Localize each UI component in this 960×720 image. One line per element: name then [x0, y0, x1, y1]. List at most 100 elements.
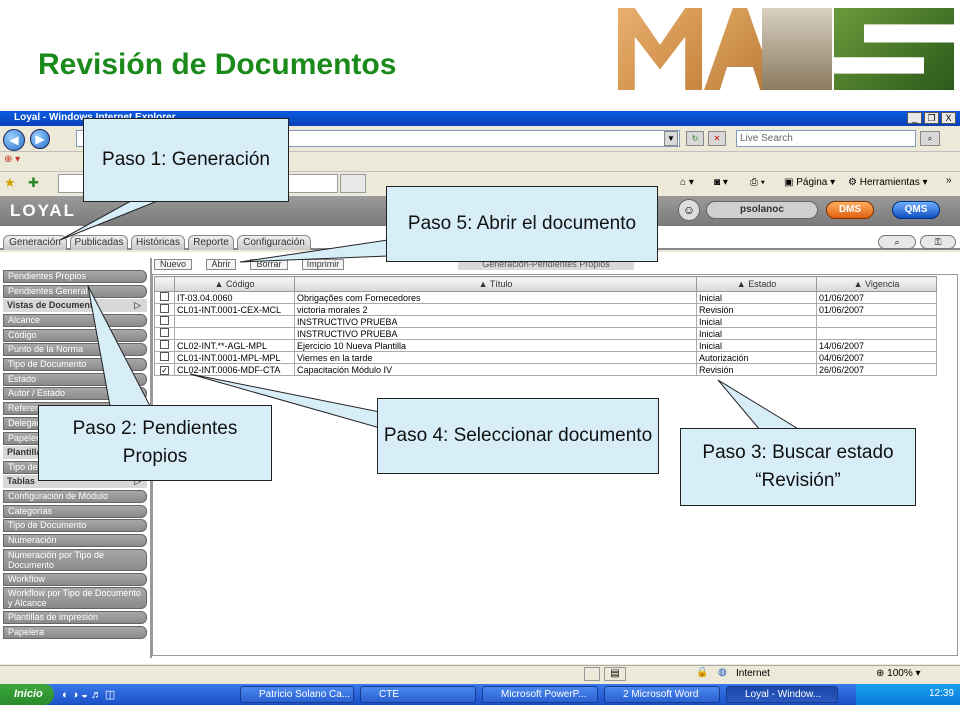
- toolbar-overflow-icon[interactable]: »: [946, 175, 952, 186]
- home-icon[interactable]: ⌂ ▾: [680, 177, 694, 188]
- user-icon: ☺: [678, 199, 700, 221]
- logo-photo: [762, 8, 832, 90]
- cell-vigencia: 01/06/2007: [816, 303, 937, 316]
- imprimir-button[interactable]: Imprimir: [302, 259, 344, 270]
- mas-logo: [612, 0, 960, 95]
- col-vigencia-label: Vigencia: [865, 279, 900, 289]
- task-powerpoint[interactable]: Microsoft PowerP...: [482, 686, 598, 703]
- col-codigo[interactable]: ▲ Código: [174, 276, 295, 292]
- sidebar-item[interactable]: Pendientes Propios: [3, 270, 147, 283]
- new-tab-button[interactable]: [340, 174, 366, 193]
- row-select-cell: [154, 351, 175, 364]
- translate-icon[interactable]: ⊕ ▾: [4, 154, 20, 165]
- table-row[interactable]: INSTRUCTIVO PRUEBA Inicial: [154, 315, 937, 328]
- refresh-icon[interactable]: ↻: [686, 131, 704, 146]
- start-button[interactable]: Inicio: [0, 684, 54, 705]
- sidebar-item[interactable]: Tipo de Documento: [3, 519, 147, 533]
- col-codigo-label: Código: [225, 279, 255, 289]
- expand-arrow-icon[interactable]: ▷: [134, 299, 141, 312]
- sidebar-item[interactable]: Workflow por Tipo de Documento y Alcance: [3, 587, 147, 610]
- col-titulo[interactable]: ▲ Título: [294, 276, 697, 292]
- table-row[interactable]: CL02-INT.**-AGL-MPL Ejercicio 10 Nueva Pl…: [154, 339, 937, 352]
- task-patricio[interactable]: Patricio Solano Ca...: [240, 686, 354, 703]
- cell-estado: Inicial: [696, 315, 817, 328]
- app-brand: LOYAL: [10, 201, 77, 220]
- col-vigencia[interactable]: ▲ Vigencia: [816, 276, 937, 292]
- row-checkbox[interactable]: [160, 304, 169, 313]
- sidebar-item[interactable]: Estado: [3, 372, 147, 386]
- dms-button[interactable]: DMS: [826, 201, 874, 219]
- sidebar-item[interactable]: Pendientes General: [3, 284, 147, 298]
- table-row[interactable]: CL01-INT.0001-CEX-MCL victoria morales 2R…: [154, 303, 937, 316]
- documents-table: ▲ Código ▲ Título ▲ Estado ▲ Vigencia IT…: [154, 276, 937, 376]
- row-select-cell: [154, 315, 175, 328]
- sidebar-item[interactable]: Workflow: [3, 572, 147, 586]
- col-estado[interactable]: ▲ Estado: [696, 276, 817, 292]
- cell-codigo: CL01-INT.0001-CEX-MCL: [174, 303, 295, 316]
- page-menu[interactable]: ▣ Página ▾: [784, 177, 835, 188]
- sidebar-item[interactable]: Plantillas de impresión: [3, 611, 147, 625]
- close-button[interactable]: X: [941, 112, 956, 124]
- row-checkbox[interactable]: [160, 292, 169, 301]
- sidebar-item[interactable]: Configuración de Módulo: [3, 489, 147, 503]
- sidebar-item[interactable]: Alcance: [3, 313, 147, 327]
- back-arrow-icon[interactable]: ◀: [3, 129, 25, 151]
- cell-titulo: Ejercicio 10 Nueva Plantilla: [294, 339, 697, 352]
- task-word[interactable]: 2 Microsoft Word: [604, 686, 720, 703]
- tab-reporte[interactable]: Reporte: [188, 235, 234, 250]
- table-row[interactable]: IT-03.04.0060 Obrigações com Fornecedores…: [154, 291, 937, 304]
- stop-icon[interactable]: ✕: [708, 131, 726, 146]
- table-row[interactable]: CL01-INT.0001-MPL-MPL Viernes en la tarde…: [154, 351, 937, 364]
- search-icon[interactable]: ⌕: [920, 131, 940, 146]
- cell-codigo: IT-03.04.0060: [174, 291, 295, 304]
- tab-configuracion[interactable]: Configuración: [237, 235, 311, 250]
- zone-label: Internet: [736, 668, 770, 679]
- qms-button[interactable]: QMS: [892, 201, 940, 219]
- sidebar-section-header[interactable]: Vistas de Documento ▷: [3, 299, 147, 313]
- slide-title: Revisión de Documentos: [38, 48, 397, 81]
- sidebar-item[interactable]: Autor / Estado: [3, 387, 147, 401]
- tools-menu-label: Herramientas: [859, 177, 920, 188]
- sidebar-item[interactable]: Numeración: [3, 534, 147, 547]
- quick-launch-icons[interactable]: ◐◑◒♬◫: [62, 688, 118, 701]
- table-row[interactable]: ✓ CL02-INT.0006-MDF-CTA Capacitación Módul…: [154, 363, 937, 376]
- status-bar: [0, 665, 960, 683]
- live-search-input[interactable]: Live Search: [736, 130, 916, 147]
- task-loyal[interactable]: Loyal - Window...: [726, 686, 838, 703]
- feeds-icon[interactable]: ◙ ▾: [714, 177, 728, 188]
- task-cte[interactable]: CTE: [360, 686, 476, 703]
- tools-menu[interactable]: ⚙ Herramientas ▾: [848, 177, 928, 188]
- row-checkbox[interactable]: [160, 352, 169, 361]
- minimize-button[interactable]: _: [907, 112, 922, 124]
- print-icon[interactable]: ⎙ ▾: [750, 177, 765, 188]
- table-row[interactable]: INSTRUCTIVO PRUEBA Inicial: [154, 327, 937, 340]
- sidebar-item[interactable]: Papelera: [3, 626, 147, 640]
- cell-titulo: Obrigações com Fornecedores: [294, 291, 697, 304]
- sidebar-item[interactable]: Categorías: [3, 504, 147, 518]
- cell-titulo: INSTRUCTIVO PRUEBA: [294, 315, 697, 328]
- sidebar-item[interactable]: Tipo de Documento: [3, 358, 147, 371]
- tab-publicadas[interactable]: Publicadas: [70, 235, 128, 250]
- row-checkbox[interactable]: [160, 328, 169, 337]
- zoom-control[interactable]: ⊕ 100% ▾: [876, 668, 921, 679]
- abrir-button[interactable]: Abrir: [206, 259, 236, 270]
- restore-button[interactable]: ❐: [924, 112, 939, 124]
- key-icon[interactable]: ⚿: [920, 235, 956, 249]
- row-checkbox[interactable]: [160, 340, 169, 349]
- sidebar-item[interactable]: Punto de la Norma: [3, 343, 147, 357]
- row-checkbox[interactable]: ✓: [160, 365, 169, 375]
- favorites-star-icon[interactable]: ★: [4, 175, 16, 191]
- sidebar-item[interactable]: Código: [3, 328, 147, 342]
- tab-generacion[interactable]: Generación: [3, 235, 67, 250]
- borrar-button[interactable]: Borrar: [250, 259, 288, 270]
- sidebar-item[interactable]: Numeración por Tipo de Documento: [3, 548, 147, 571]
- address-dropdown-icon[interactable]: ▼: [664, 131, 678, 146]
- tab-historicas[interactable]: Históricas: [131, 235, 185, 250]
- forward-arrow-icon[interactable]: ▶: [30, 129, 50, 149]
- globe-icon: ◍: [718, 667, 727, 678]
- app-search-icon[interactable]: ⌕: [878, 235, 916, 249]
- nuevo-button[interactable]: Nuevo: [154, 259, 192, 270]
- add-favorite-icon[interactable]: ✚: [28, 175, 39, 191]
- col-select: [154, 276, 175, 292]
- row-checkbox[interactable]: [160, 316, 169, 325]
